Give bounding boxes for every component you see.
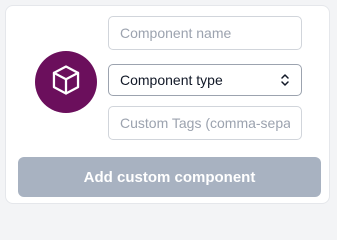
cube-icon [49,63,83,102]
component-type-label: Component type [120,72,223,88]
component-type-select[interactable]: Component type [108,64,302,96]
add-custom-component-button[interactable]: Add custom component [18,157,321,197]
component-name-input[interactable] [108,16,302,50]
chevron-up-down-icon [279,72,291,88]
add-custom-component-card: Component type Add custom component [5,5,330,204]
component-avatar [35,51,97,113]
custom-tags-input[interactable] [108,106,302,140]
